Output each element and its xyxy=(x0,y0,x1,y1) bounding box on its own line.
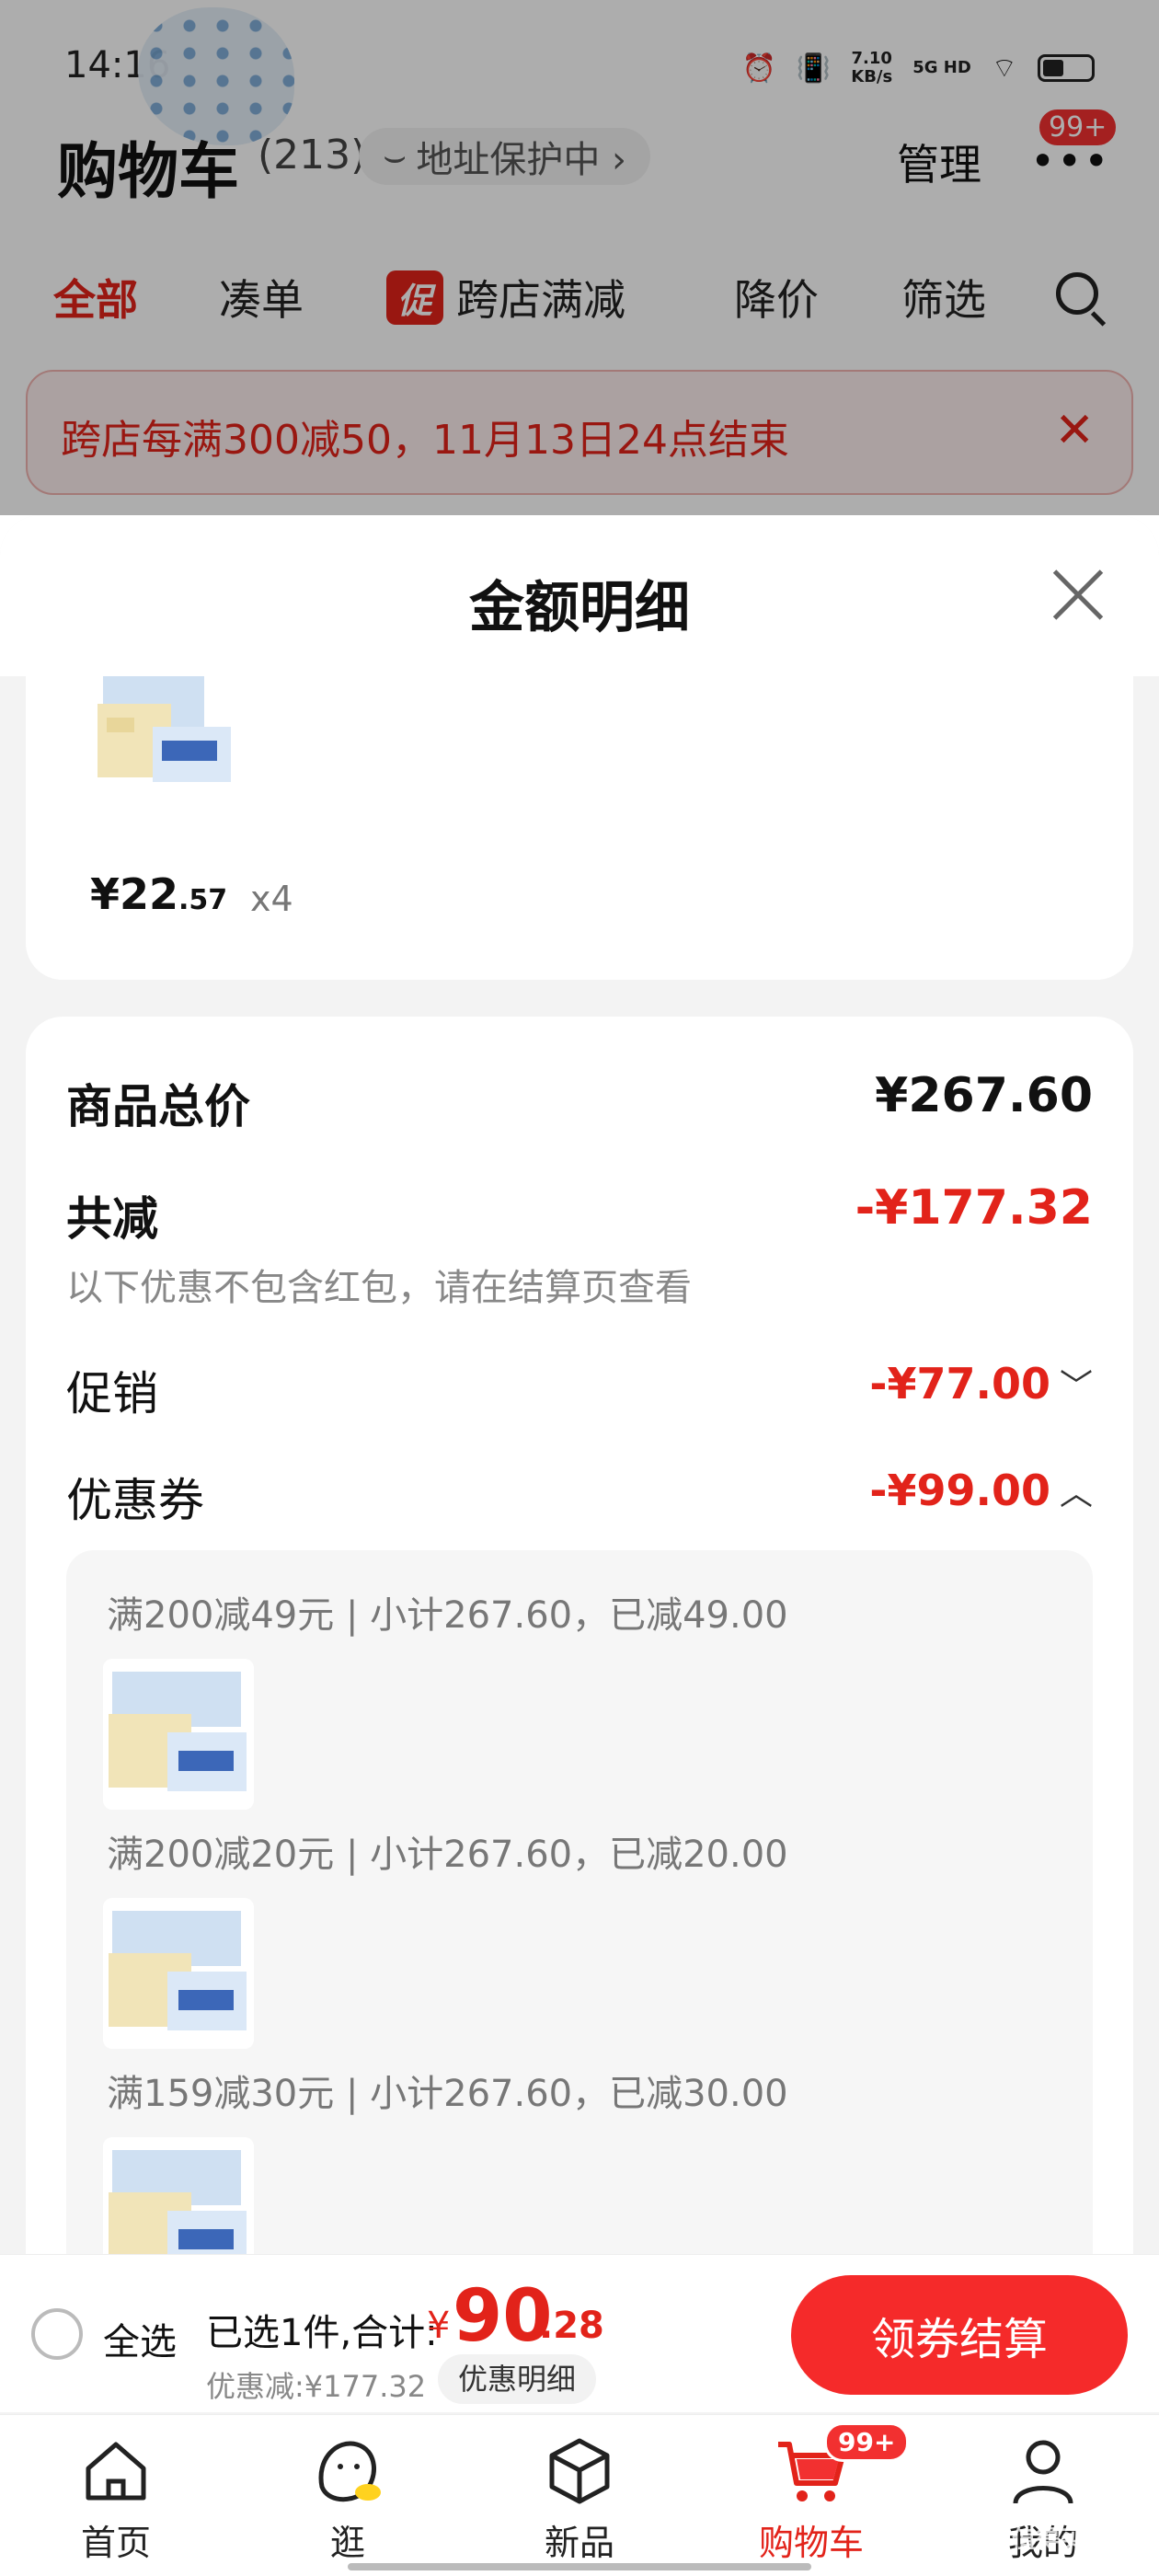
nav-label: 首页 xyxy=(80,2523,151,2563)
nav-item-browse[interactable]: 逛 xyxy=(232,2432,464,2565)
home-icon xyxy=(86,2442,146,2501)
coupon-item-text: 满200减49元 | 小计267.60，已减49.00 xyxy=(107,1594,788,1637)
price-decimal: .57 xyxy=(178,884,228,916)
discount-note: 优惠减:¥177.32 xyxy=(206,2369,427,2404)
product-price: ¥22.57 xyxy=(90,869,227,919)
product-thumbnail xyxy=(103,1659,254,1810)
dim-overlay[interactable] xyxy=(0,0,1159,515)
total-value: ¥267.60 xyxy=(875,1068,1093,1123)
coupon-value: -¥99.00 ︿ xyxy=(869,1466,1093,1515)
nav-item-home[interactable]: 首页 xyxy=(0,2432,232,2565)
cart-badge: 99+ xyxy=(824,2422,910,2462)
selected-summary: 已选1件,合计: xyxy=(206,2312,438,2354)
product-thumbnail xyxy=(103,1898,254,2049)
home-indicator xyxy=(348,2563,811,2570)
bottom-nav: 首页 逛 新品 99+ 购物车 我的 xyxy=(0,2414,1159,2576)
new-products-icon xyxy=(549,2438,610,2504)
total-currency: ¥ xyxy=(427,2305,451,2347)
promotion-amount: -¥77.00 xyxy=(869,1359,1050,1409)
product-quantity: x4 xyxy=(250,879,293,919)
coupon-amount: -¥99.00 xyxy=(869,1466,1050,1515)
reduce-value: -¥177.32 xyxy=(855,1180,1093,1236)
promotion-value: -¥77.00 ﹀ xyxy=(869,1359,1093,1409)
reduce-label: 共减 xyxy=(66,1192,158,1246)
watermark: 值得买 xyxy=(1012,2526,1084,2554)
product-card: ¥22.57 x4 xyxy=(26,676,1133,980)
browse-icon xyxy=(318,2441,381,2502)
product-thumbnail xyxy=(98,676,235,796)
total-amount-integer: 90 xyxy=(453,2275,553,2358)
total-amount-decimal: .28 xyxy=(539,2305,604,2347)
chevron-up-icon: ︿ xyxy=(1059,1475,1093,1512)
sheet-title: 金额明细 xyxy=(469,576,690,640)
profile-icon xyxy=(1013,2440,1073,2504)
nav-label: 新品 xyxy=(544,2523,614,2563)
nav-item-cart[interactable]: 99+ 购物车 xyxy=(695,2422,927,2565)
nav-item-new[interactable]: 新品 xyxy=(464,2432,695,2565)
total-label: 商品总价 xyxy=(66,1080,250,1133)
checkout-button[interactable]: 领券结算 xyxy=(791,2275,1128,2395)
amount-detail-sheet: 金额明细 ¥22.57 x4 商品总价 ¥267.60 共减 -¥177.32 … xyxy=(0,515,1159,2254)
coupon-label: 优惠券 xyxy=(66,1474,204,1527)
coupon-item-text: 满200减20元 | 小计267.60，已减20.00 xyxy=(107,1834,788,1876)
sheet-header: 金额明细 xyxy=(0,515,1159,676)
coupon-item-text: 满159减30元 | 小计267.60，已减30.00 xyxy=(107,2073,788,2115)
close-icon[interactable] xyxy=(1050,567,1106,622)
nav-label: 购物车 xyxy=(758,2523,864,2563)
product-thumbnail xyxy=(103,2137,254,2254)
chevron-down-icon: ﹀ xyxy=(1059,1368,1093,1406)
nav-label: 逛 xyxy=(329,2523,365,2563)
price-summary-card: 商品总价 ¥267.60 共减 -¥177.32 以下优惠不包含红包，请在结算页… xyxy=(26,1017,1133,2254)
price-integer: ¥22 xyxy=(90,869,179,919)
reduce-note: 以下优惠不包含红包，请在结算页查看 xyxy=(66,1267,692,1309)
discount-detail-button[interactable]: 优惠明细 xyxy=(438,2354,597,2404)
select-all-checkbox[interactable] xyxy=(31,2308,83,2360)
select-all-label[interactable]: 全选 xyxy=(103,2312,177,2365)
coupon-detail-list: 满200减49元 | 小计267.60，已减49.00 满200减20元 | 小… xyxy=(66,1550,1093,2254)
promotion-label: 促销 xyxy=(66,1367,158,1420)
checkout-bar: 全选 已选1件,合计: ¥ 90 .28 优惠减:¥177.32 优惠明细 领券… xyxy=(0,2254,1159,2412)
